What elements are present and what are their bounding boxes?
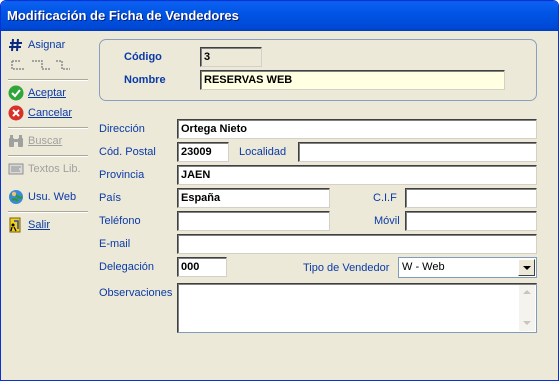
provincia-field[interactable]: JAEN [177, 165, 537, 185]
toolbar-separator [8, 79, 88, 81]
direccion-field[interactable]: Ortega Nieto [177, 119, 537, 139]
pais-label: País [99, 192, 122, 204]
delegacion-field[interactable]: 000 [177, 257, 227, 277]
nombre-label: Nombre [124, 74, 166, 86]
textos-lib-button[interactable]: Textos Lib. [8, 159, 88, 179]
delegacion-label: Delegación [99, 261, 155, 273]
observaciones-textarea[interactable] [177, 283, 537, 333]
check-icon [8, 85, 24, 101]
cancelar-button[interactable]: Cancelar [8, 103, 88, 123]
codigo-label: Código [124, 51, 162, 63]
user-globe-icon [8, 189, 24, 205]
observaciones-scrollbar[interactable] [519, 285, 535, 331]
telefono-label: Teléfono [99, 215, 141, 227]
usu-web-button[interactable]: Usu. Web [8, 187, 88, 207]
localidad-field[interactable] [298, 142, 537, 162]
dialog-window: Modificación de Ficha de Vendedores Asig… [0, 0, 559, 381]
side-toolbar: Asignar Aceptar Cancelar Buscar Textos L… [4, 32, 90, 377]
window-title: Modificación de Ficha de Vendedores [1, 1, 558, 31]
direccion-label: Dirección [99, 123, 145, 135]
link-dots-icon [10, 58, 74, 72]
scroll-up-icon[interactable] [519, 285, 535, 301]
telefono-field[interactable] [177, 211, 330, 231]
chevron-down-icon[interactable] [518, 259, 535, 276]
cancel-icon [8, 105, 24, 121]
text-document-icon [8, 161, 24, 177]
cancelar-label: Cancelar [28, 107, 73, 119]
aceptar-button[interactable]: Aceptar [8, 83, 88, 103]
cod-postal-field[interactable]: 23009 [177, 142, 229, 162]
buscar-label: Buscar [28, 135, 63, 147]
asignar-button[interactable]: Asignar [8, 35, 88, 55]
binoculars-icon [8, 133, 24, 149]
cod-postal-label: Cód. Postal [99, 146, 156, 158]
usu-web-label: Usu. Web [28, 191, 77, 203]
buscar-button[interactable]: Buscar [8, 131, 88, 151]
toolbar-separator [8, 155, 88, 157]
codigo-field[interactable]: 3 [200, 47, 262, 67]
provincia-label: Provincia [99, 169, 145, 181]
asignar-label: Asignar [28, 39, 66, 51]
salir-label: Salir [28, 219, 51, 231]
textos-lib-label: Textos Lib. [28, 163, 81, 175]
aceptar-label: Aceptar [28, 87, 66, 99]
toolbar-separator [8, 127, 88, 129]
localidad-label: Localidad [239, 146, 287, 158]
pais-field[interactable]: España [177, 188, 330, 208]
tipo-vendedor-label: Tipo de Vendedor [303, 262, 390, 274]
movil-label: Móvil [374, 215, 400, 227]
hash-icon [8, 37, 24, 53]
scroll-down-icon[interactable] [519, 315, 535, 331]
email-label: E-mail [99, 238, 131, 250]
cif-label: C.I.F [373, 192, 397, 204]
salir-button[interactable]: Salir [8, 215, 88, 235]
exit-door-icon [8, 217, 24, 233]
cif-field[interactable] [405, 188, 537, 208]
tipo-vendedor-value: W - Web [402, 261, 445, 273]
toolbar-separator [8, 211, 88, 213]
movil-field[interactable] [405, 211, 537, 231]
nombre-field[interactable]: RESERVAS WEB [200, 70, 505, 90]
email-field[interactable] [177, 234, 537, 254]
tipo-vendedor-select[interactable]: W - Web [398, 257, 537, 278]
observaciones-label: Observaciones [99, 287, 173, 299]
